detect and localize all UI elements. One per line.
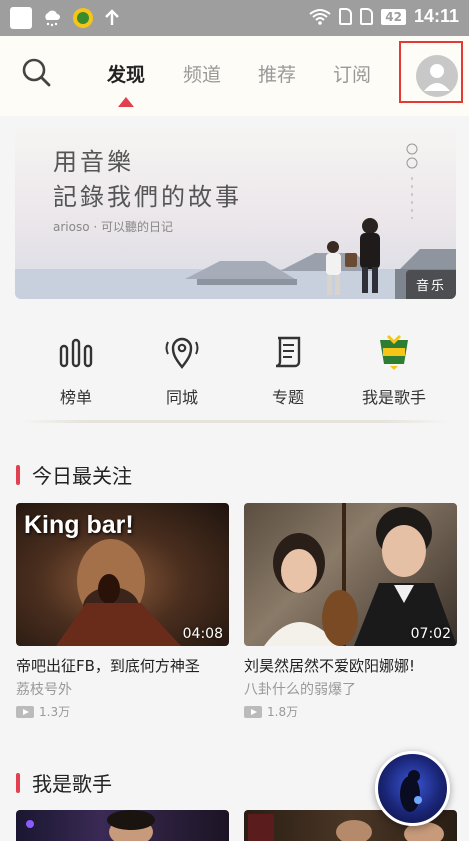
scroll-icon	[275, 336, 301, 368]
banner-title-line2: 記錄我們的故事	[53, 183, 242, 211]
thumbnail-caption: King bar!	[24, 511, 134, 539]
category-local[interactable]: 同城	[132, 332, 232, 408]
search-button[interactable]	[22, 58, 52, 88]
cart-app-icon	[73, 8, 93, 28]
video-card[interactable]: King bar! 04:08 帝吧出征FB，到底何方神圣 荔枝号外 1.3万	[16, 503, 229, 720]
sim1-icon	[339, 8, 353, 25]
upload-arrow-icon	[105, 9, 119, 25]
video-title: 帝吧出征FB，到底何方神圣	[16, 657, 200, 675]
play-count-icon	[16, 705, 34, 718]
play-count-icon	[244, 705, 262, 718]
category-i-am-singer[interactable]: 我是歌手	[344, 332, 444, 408]
section-title: 今日最关注	[32, 464, 132, 488]
section-accent-bar	[16, 772, 20, 793]
video-author: 八卦什么的弱爆了	[244, 682, 356, 698]
video-views: 1.3万	[16, 703, 229, 720]
clock: 14:11	[413, 6, 459, 26]
top-nav: 发现 频道 推荐 订阅	[0, 36, 469, 116]
user-avatar-icon	[424, 64, 450, 91]
category-topics-label: 专题	[271, 388, 304, 407]
video-thumbnail[interactable]: King bar! 04:08	[16, 503, 229, 646]
category-divider	[20, 420, 449, 423]
tab-discover[interactable]: 发现	[107, 60, 145, 87]
video-thumbnail-partial[interactable]	[16, 810, 229, 841]
category-topics[interactable]: 专题	[238, 332, 338, 408]
section-header-singer: 我是歌手	[16, 768, 112, 797]
category-charts[interactable]: 榜单	[26, 332, 126, 408]
now-playing-artwork-icon	[400, 770, 422, 812]
category-i-am-singer-label: 我是歌手	[361, 388, 426, 407]
sim2-icon	[360, 8, 374, 25]
status-bar: 42 14:11	[0, 0, 469, 36]
category-row: 榜单 同城 专题 我是歌手	[0, 320, 469, 420]
search-icon	[22, 58, 51, 87]
featured-banner[interactable]: 用音樂 記錄我們的故事 arioso · 可以聽的日记 音乐	[15, 129, 456, 299]
thumbnail-scene-image	[26, 810, 155, 841]
battery-level: 42	[381, 8, 406, 25]
thumbnail-scene-image	[264, 503, 457, 646]
tab-subscriptions[interactable]: 订阅	[333, 60, 371, 87]
wifi-icon	[309, 8, 331, 25]
category-charts-label: 榜单	[59, 388, 92, 407]
singer-show-logo-icon	[380, 334, 408, 370]
banner-title-line1: 用音樂	[53, 148, 134, 176]
section-title: 我是歌手	[32, 772, 112, 796]
banner-subtitle: arioso · 可以聽的日记	[53, 220, 174, 234]
status-bar-left	[10, 7, 120, 29]
video-title: 刘昊然居然不爱欧阳娜娜!	[244, 657, 416, 675]
section-accent-bar	[16, 464, 20, 485]
video-duration: 07:02	[410, 626, 451, 642]
section-header-today: 今日最关注	[16, 460, 132, 489]
weather-cloud-icon	[45, 10, 60, 27]
category-local-label: 同城	[165, 388, 198, 407]
active-tab-indicator	[118, 97, 134, 107]
video-view-count: 1.3万	[39, 705, 71, 719]
chart-bars-icon	[59, 338, 93, 368]
video-author: 荔枝号外	[16, 682, 72, 698]
profile-highlight-box	[399, 41, 463, 103]
location-pin-icon	[165, 337, 199, 369]
video-views: 1.8万	[244, 703, 457, 720]
status-bar-right: 42 14:11	[309, 6, 459, 27]
video-duration: 04:08	[182, 626, 223, 642]
tab-channels[interactable]: 频道	[183, 60, 221, 87]
mini-player-button[interactable]	[375, 751, 450, 826]
notification-app-icon	[10, 7, 32, 29]
tab-recommended[interactable]: 推荐	[258, 60, 296, 87]
video-view-count: 1.8万	[267, 705, 299, 719]
video-card[interactable]: 07:02 刘昊然居然不爱欧阳娜娜! 八卦什么的弱爆了 1.8万	[244, 503, 457, 720]
video-thumbnail[interactable]: 07:02	[244, 503, 457, 646]
profile-avatar-button[interactable]	[416, 55, 458, 97]
banner-category-tag: 音乐	[405, 270, 456, 299]
